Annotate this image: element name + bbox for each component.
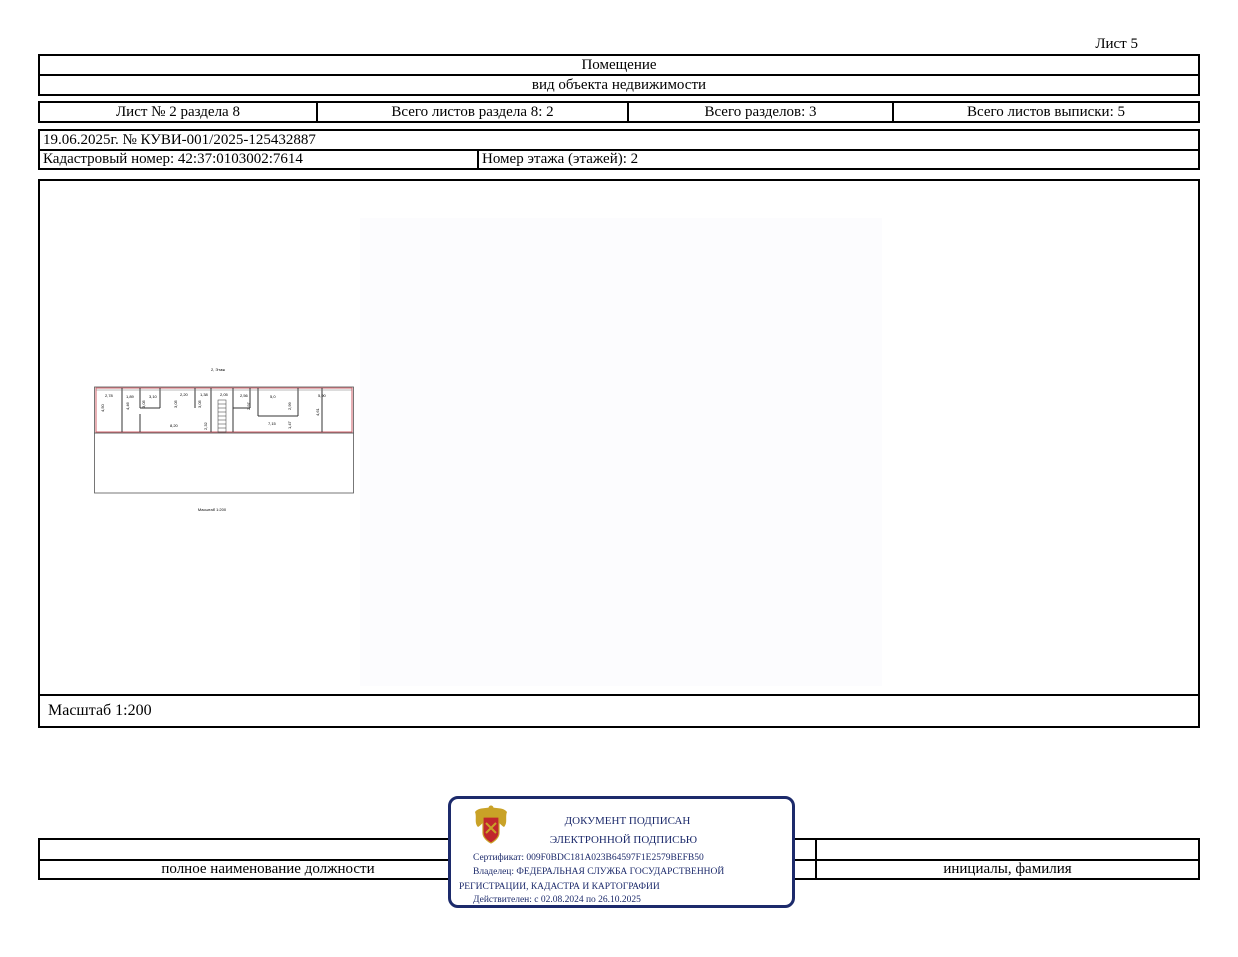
document-info: 19.06.2025г. № КУВИ-001/2025-125432887 К… (38, 129, 1200, 170)
dim-label: 2,97 (246, 401, 251, 410)
dim-label: 5,90 (318, 393, 327, 398)
dim-label: 3,05 (173, 399, 178, 408)
stamp-certificate: Сертификат: 009F0BDC181A023B64597F1E2579… (473, 853, 704, 863)
section-row: Лист № 2 раздела 8 Всего листов раздела … (38, 101, 1200, 123)
dim-label: 1,38 (200, 392, 209, 397)
stamp-owner-line2: РЕГИСТРАЦИИ, КАДАСТРА И КАРТОГРАФИИ (459, 882, 660, 892)
object-type: Помещение (581, 56, 657, 73)
dim-label: 3,10 (149, 394, 158, 399)
dim-label: 5,0 (270, 394, 276, 399)
stamp-line2: ЭЛЕКТРОННОЙ ПОДПИСЬЮ (549, 834, 698, 846)
dim-label: 2,78 (105, 393, 114, 398)
dim-label: 2,99 (287, 401, 292, 410)
scale-label: Масштаб 1:200 (48, 702, 152, 719)
dim-label: 3,05 (197, 399, 202, 408)
plan-background (360, 218, 882, 686)
dim-label: 2,32 (203, 421, 208, 430)
dim-label: 1,47 (287, 420, 292, 429)
dim-label: 2,20 (180, 392, 189, 397)
dim-label: 1,89 (126, 394, 135, 399)
dim-label: 3,05 (141, 399, 146, 408)
date-number: 19.06.2025г. № КУВИ-001/2025-125432887 (43, 132, 316, 148)
dim-label: 4,50 (100, 403, 105, 412)
electronic-signature-stamp: ДОКУМЕНТ ПОДПИСАН ЭЛЕКТРОННОЙ ПОДПИСЬЮ С… (448, 796, 795, 908)
dim-label: 2,56 (240, 393, 249, 398)
sheet-label: Лист 5 (1095, 36, 1138, 52)
sheet-in-section: Лист № 2 раздела 8 (116, 103, 240, 120)
sheets-in-section: Всего листов раздела 8: 2 (391, 103, 554, 120)
stamp-owner-line1: Владелец: ФЕДЕРАЛЬНАЯ СЛУЖБА ГОСУДАРСТВЕ… (473, 867, 725, 877)
plan-scale-caption: Масштаб 1:200 (198, 507, 227, 512)
total-sheets: Всего листов выписки: 5 (967, 103, 1125, 120)
dim-label: 8,20 (170, 423, 179, 428)
name-label: инициалы, фамилия (943, 861, 1072, 877)
position-label: полное наименование должности (161, 861, 375, 877)
floor-plan: 2, Этаж 2,78 1,89 3,10 2,20 1,38 2,05 2,… (94, 367, 354, 512)
total-sections: Всего разделов: 3 (704, 103, 817, 120)
dim-label: 7,15 (268, 421, 277, 426)
dim-label: 4,46 (125, 401, 130, 410)
staircase (217, 399, 227, 433)
dim-label: 4,61 (315, 407, 320, 416)
cadastral-number: Кадастровый номер: 42:37:0103002:7614 (43, 151, 303, 167)
building-outline (94, 386, 354, 494)
object-type-header: Помещение вид объекта недвижимости (38, 54, 1200, 96)
stamp-line1: ДОКУМЕНТ ПОДПИСАН (564, 815, 691, 827)
floor-number: Номер этажа (этажей): 2 (482, 151, 639, 167)
object-kind: вид объекта недвижимости (531, 76, 707, 93)
stamp-valid: Действителен: с 02.08.2024 по 26.10.2025 (473, 895, 641, 905)
dim-label: 2,05 (220, 392, 229, 397)
floor-caption: 2, Этаж (211, 367, 225, 372)
plan-dimensions: 2,78 1,89 3,10 2,20 1,38 2,05 2,56 5,0 5… (100, 392, 327, 430)
